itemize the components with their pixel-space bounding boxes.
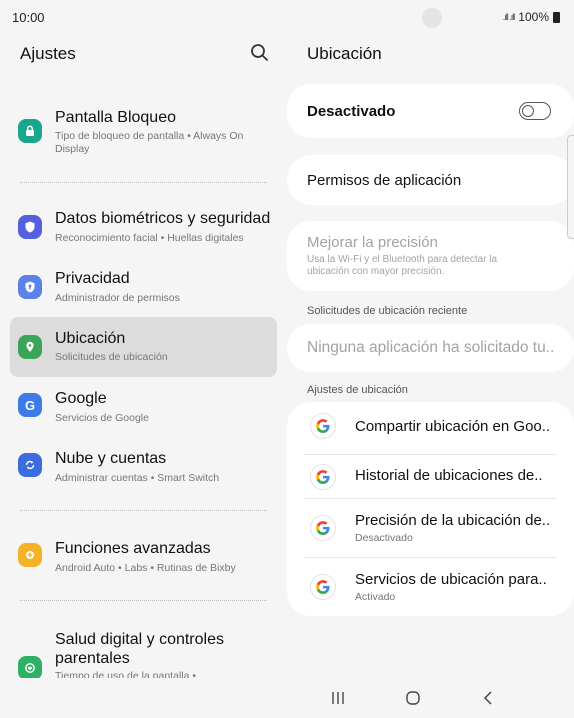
settings-row-title: Servicios de ubicación para.. [355, 571, 547, 588]
divider [20, 510, 267, 511]
settings-item-subtitle: Reconocimiento facial • Huellas digitale… [55, 232, 244, 244]
search-button[interactable] [249, 42, 271, 64]
status-bar: 10:00 .ıll .ıll 100% [0, 0, 574, 34]
recent-requests-heading: Solicitudes de ubicación reciente [307, 305, 468, 317]
settings-item-digital-wellbeing[interactable]: Salud digital y controles parentales Tie… [10, 628, 277, 678]
settings-row-location-services[interactable]: Servicios de ubicación para.. Activado [287, 557, 574, 616]
navigation-bar [0, 678, 574, 718]
settings-item-label: Pantalla Bloqueo [55, 109, 176, 126]
gear-plus-icon [18, 543, 42, 567]
toggle-knob [521, 104, 534, 117]
privacy-icon [18, 275, 42, 299]
google-g-icon: G [18, 393, 42, 417]
settings-item-label: Google [55, 390, 107, 407]
settings-row-subtitle: Activado [355, 591, 396, 603]
search-icon [251, 44, 268, 61]
settings-item-label: Ubicación [55, 330, 126, 347]
battery-icon [553, 11, 560, 23]
divider [20, 600, 267, 601]
settings-row-location-history[interactable]: Historial de ubicaciones de.. [287, 454, 574, 498]
settings-item-advanced-features[interactable]: Funciones avanzadas Android Auto • Labs … [10, 534, 277, 580]
settings-row-title: Precisión de la ubicación de.. [355, 512, 551, 529]
location-settings-card: Compartir ubicación en Goo.. Historial d… [287, 402, 574, 616]
page-title: Ubicación [307, 44, 382, 63]
settings-item-google[interactable]: G Google Servicios de Google [10, 384, 277, 430]
improve-accuracy-card: Mejorar la precisión Usa la Wi-Fi y el B… [287, 221, 574, 291]
sync-icon [18, 453, 42, 477]
settings-item-subtitle: Tipo de bloqueo de pantalla • Always On … [55, 130, 244, 155]
improve-accuracy-title: Mejorar la precisión [307, 234, 438, 251]
home-button[interactable] [401, 686, 425, 710]
settings-title: Ajustes [20, 44, 76, 63]
divider [20, 182, 267, 183]
settings-row-share-location[interactable]: Compartir ubicación en Goo.. [287, 402, 574, 454]
google-g-icon [311, 414, 335, 438]
settings-item-subtitle: Solicitudes de ubicación [55, 351, 168, 363]
settings-row-location-accuracy[interactable]: Precisión de la ubicación de.. Desactiva… [287, 498, 574, 557]
settings-item-location[interactable]: Ubicación Solicitudes de ubicación [10, 317, 277, 377]
settings-item-label: Funciones avanzadas [55, 540, 211, 557]
back-icon [483, 691, 492, 705]
lock-icon [18, 119, 42, 143]
improve-accuracy-description: Usa la Wi-Fi y el Bluetooth para detecta… [307, 254, 498, 277]
recents-button[interactable] [326, 686, 350, 710]
settings-item-lock-screen[interactable]: Pantalla Bloqueo Tipo de bloqueo de pant… [10, 106, 277, 162]
settings-row-subtitle: Desactivado [355, 532, 413, 544]
status-indicators: .ıll .ıll 100% [503, 10, 560, 24]
home-icon [406, 691, 420, 705]
app-permissions-label: Permisos de aplicación [307, 172, 462, 189]
digital-wellbeing-icon [18, 656, 42, 678]
settings-item-label: Privacidad [55, 270, 130, 287]
location-toggle-label: Desactivado [307, 103, 396, 120]
settings-item-label: Salud digital y controles parentales [55, 631, 224, 667]
location-toggle[interactable] [519, 102, 551, 120]
settings-item-subtitle: Administrar cuentas • Smart Switch [55, 472, 220, 484]
location-pin-icon [18, 335, 42, 359]
settings-item-label: Nube y cuentas [55, 450, 167, 467]
settings-row-title: Historial de ubicaciones de.. [355, 467, 543, 484]
settings-item-label: Datos biométricos y seguridad [55, 210, 271, 227]
location-toggle-card[interactable]: Desactivado [287, 84, 574, 138]
recents-icon [332, 692, 344, 704]
shield-icon [18, 215, 42, 239]
signal-icon: .ıll .ıll [502, 12, 515, 22]
settings-row-title: Compartir ubicación en Goo.. [355, 418, 551, 435]
settings-item-cloud-accounts[interactable]: Nube y cuentas Administrar cuentas • Sma… [10, 444, 277, 490]
recent-requests-card: Ninguna aplicación ha solicitado tu.. [287, 324, 574, 372]
settings-item-biometrics[interactable]: Datos biométricos y seguridad Reconocimi… [10, 204, 277, 250]
edge-panel-handle[interactable] [567, 135, 574, 239]
camera-cutout [422, 8, 442, 28]
settings-item-subtitle: Servicios de Google [55, 412, 149, 424]
back-button[interactable] [477, 686, 501, 710]
app-permissions-card[interactable]: Permisos de aplicación [287, 155, 574, 205]
status-time: 10:00 [12, 10, 45, 25]
settings-item-subtitle: Administrador de permisos [55, 292, 180, 304]
google-g-icon [311, 516, 335, 540]
battery-percent: 100% [518, 10, 549, 24]
settings-item-subtitle: Tiempo de uso de la pantalla • [55, 670, 197, 678]
location-settings-heading: Ajustes de ubicación [307, 384, 408, 396]
settings-list: Pantalla Bloqueo Tipo de bloqueo de pant… [10, 92, 277, 678]
google-g-icon [311, 465, 335, 489]
no-requests-text: Ninguna aplicación ha solicitado tu.. [307, 339, 555, 356]
settings-item-privacy[interactable]: Privacidad Administrador de permisos [10, 264, 277, 310]
google-g-icon [311, 575, 335, 599]
settings-item-subtitle: Android Auto • Labs • Rutinas de Bixby [55, 562, 236, 574]
